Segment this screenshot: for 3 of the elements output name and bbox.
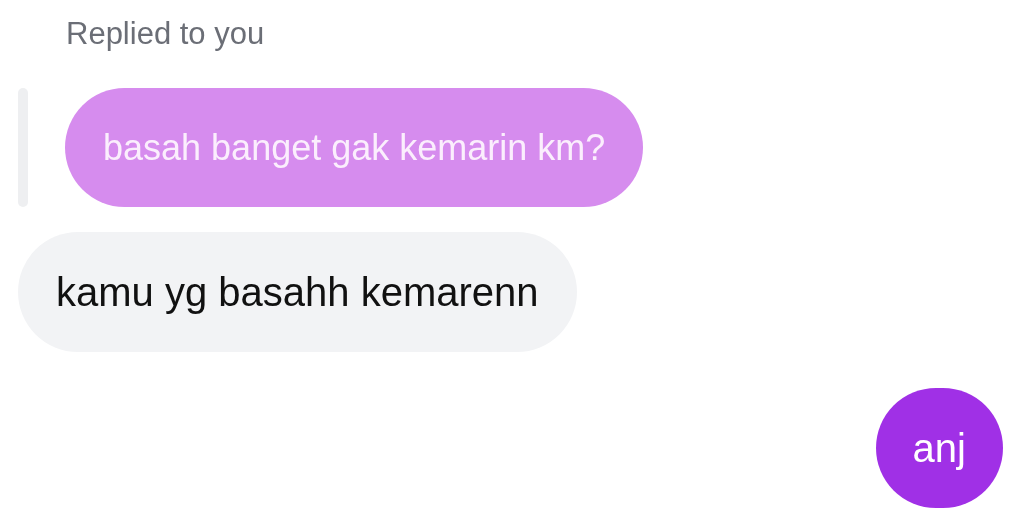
message-bubble[interactable]: kamu yg basahh kemarenn [18, 232, 577, 352]
reply-label: Replied to you [66, 15, 265, 53]
message-bubble[interactable]: anj [875, 388, 1003, 508]
